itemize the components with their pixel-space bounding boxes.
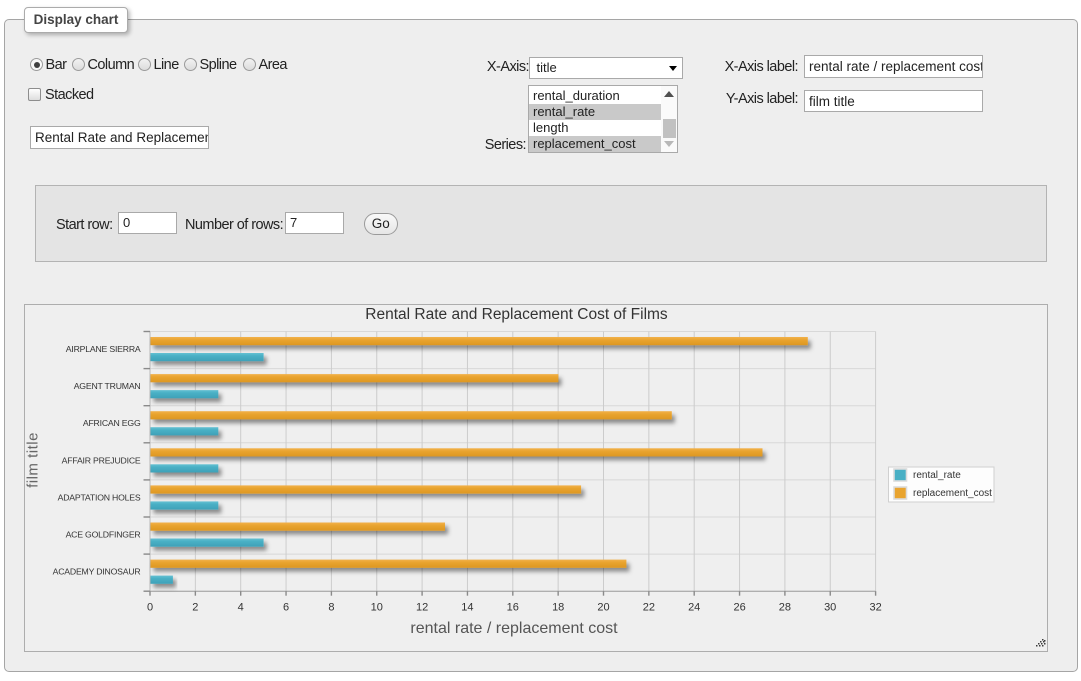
svg-text:film title: film title bbox=[25, 432, 42, 488]
svg-text:16: 16 bbox=[507, 602, 519, 614]
svg-text:AIRPLANE SIERRA: AIRPLANE SIERRA bbox=[66, 344, 141, 354]
svg-text:rental rate / replacement cost: rental rate / replacement cost bbox=[410, 620, 618, 637]
svg-text:0: 0 bbox=[147, 602, 153, 614]
svg-text:30: 30 bbox=[824, 602, 836, 614]
svg-text:AFFAIR PREJUDICE: AFFAIR PREJUDICE bbox=[62, 455, 141, 465]
svg-text:18: 18 bbox=[552, 602, 564, 614]
svg-text:26: 26 bbox=[733, 602, 745, 614]
svg-text:20: 20 bbox=[597, 602, 609, 614]
svg-text:replacement_cost: replacement_cost bbox=[913, 488, 992, 499]
svg-text:32: 32 bbox=[869, 602, 881, 614]
svg-text:10: 10 bbox=[371, 602, 383, 614]
svg-text:Rental Rate and Replacement Co: Rental Rate and Replacement Cost of Film… bbox=[365, 306, 668, 323]
svg-text:ACE GOLDFINGER: ACE GOLDFINGER bbox=[66, 530, 141, 540]
svg-text:4: 4 bbox=[238, 602, 244, 614]
svg-text:AFRICAN EGG: AFRICAN EGG bbox=[83, 418, 141, 428]
svg-text:8: 8 bbox=[328, 602, 334, 614]
svg-text:AGENT TRUMAN: AGENT TRUMAN bbox=[74, 381, 141, 391]
svg-text:24: 24 bbox=[688, 602, 700, 614]
svg-text:14: 14 bbox=[461, 602, 473, 614]
svg-text:rental_rate: rental_rate bbox=[913, 470, 961, 481]
svg-text:6: 6 bbox=[283, 602, 289, 614]
svg-text:22: 22 bbox=[643, 602, 655, 614]
svg-text:12: 12 bbox=[416, 602, 428, 614]
svg-text:ACADEMY DINOSAUR: ACADEMY DINOSAUR bbox=[53, 567, 141, 577]
svg-text:2: 2 bbox=[192, 602, 198, 614]
svg-text:28: 28 bbox=[779, 602, 791, 614]
svg-text:ADAPTATION HOLES: ADAPTATION HOLES bbox=[58, 492, 141, 502]
